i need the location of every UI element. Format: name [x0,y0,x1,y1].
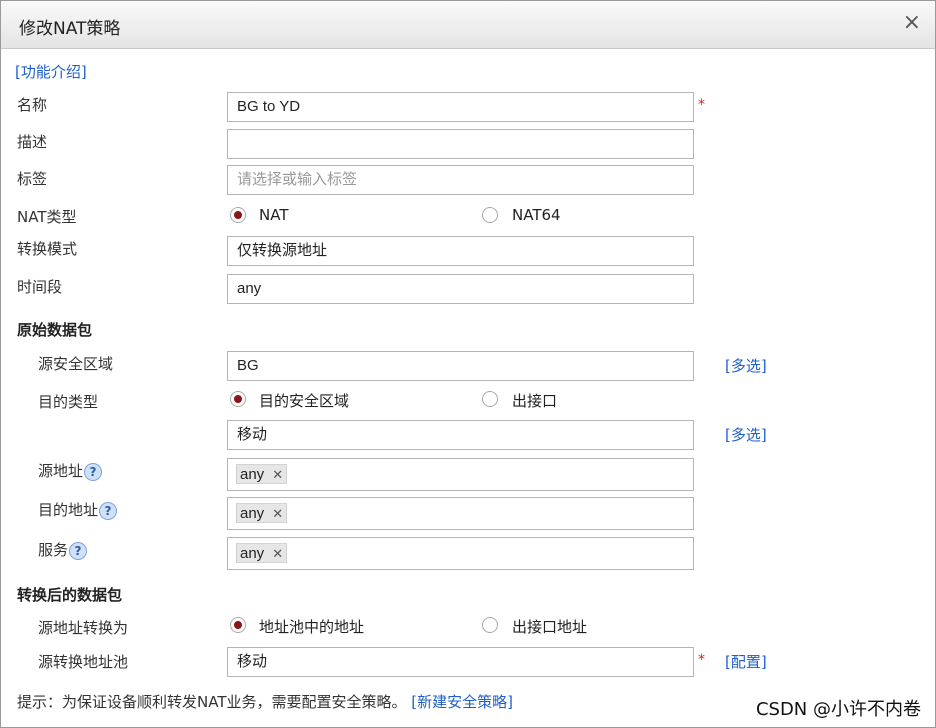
tag-input[interactable]: 请选择或输入标签 [227,165,694,195]
nat-type-nat-radio[interactable] [230,207,246,223]
destination-zone-field[interactable]: 移动 [227,420,694,450]
source-pool-label: 源转换地址池 [38,653,129,671]
service-tag-text: any [240,544,265,562]
name-label: 名称 [17,96,48,114]
translation-mode-label: 转换模式 [17,240,78,258]
destination-address-tag: any ✕ [236,503,288,523]
remove-icon[interactable]: ✕ [272,504,283,523]
configure-pool-link[interactable]: [配置] [725,651,767,672]
nat-type-nat64-radio[interactable] [482,207,498,223]
service-field[interactable]: any ✕ [227,537,694,570]
nat-type-nat-label[interactable]: NAT [259,206,288,224]
edit-nat-policy-dialog: 修改NAT策略 × [功能介绍] 名称 BG to YD * 描述 标签 请选择… [0,0,936,728]
source-address-tag: any ✕ [236,464,288,484]
source-address-label: 源地址? [38,460,103,481]
source-zone-field[interactable]: BG [227,351,694,381]
source-address-text: 源地址 [38,462,84,480]
source-pool-required-mark: * [698,652,705,668]
nat-type-label: NAT类型 [17,208,77,226]
destination-address-label: 目的地址? [38,499,118,520]
service-label: 服务? [38,539,88,560]
outbound-interface-radio[interactable] [482,391,498,407]
hint-line: 提示：为保证设备顺利转发NAT业务，需要配置安全策略。 [新建安全策略] [17,691,513,712]
help-icon[interactable]: ? [69,541,88,560]
name-field[interactable]: BG to YD [227,92,694,122]
close-icon[interactable]: × [903,11,921,35]
source-zone-multi-select-link[interactable]: [多选] [725,355,767,376]
outbound-interface-address-radio-label[interactable]: 出接口地址 [512,616,587,637]
tag-label: 标签 [17,170,48,188]
destination-zone-radio[interactable] [230,391,246,407]
service-tag: any ✕ [236,543,288,563]
source-address-tag-text: any [240,465,265,483]
name-required-mark: * [698,97,705,113]
dialog-title: 修改NAT策略 [19,19,121,39]
remove-icon[interactable]: ✕ [272,465,283,484]
dialog-titlebar: 修改NAT策略 × [1,1,935,49]
source-address-field[interactable]: any ✕ [227,458,694,491]
translation-mode-select[interactable]: 仅转换源地址 [227,236,694,266]
outbound-interface-address-radio[interactable] [482,617,498,633]
source-translate-label: 源地址转换为 [38,619,129,637]
description-field[interactable] [227,129,694,159]
address-pool-radio-label[interactable]: 地址池中的地址 [259,616,364,637]
destination-address-tag-text: any [240,504,265,522]
new-security-policy-link[interactable]: [新建安全策略] [411,693,513,711]
destination-address-field[interactable]: any ✕ [227,497,694,530]
address-pool-radio[interactable] [230,617,246,633]
outbound-interface-radio-label[interactable]: 出接口 [512,390,557,411]
destination-address-text: 目的地址 [38,501,99,519]
description-label: 描述 [17,133,48,151]
service-text: 服务 [38,541,69,559]
help-icon[interactable]: ? [84,462,103,481]
feature-intro-link[interactable]: [功能介绍] [15,61,87,82]
help-icon[interactable]: ? [99,501,118,520]
time-range-select[interactable]: any [227,274,694,304]
destination-zone-multi-select-link[interactable]: [多选] [725,424,767,445]
source-pool-select[interactable]: 移动 [227,647,694,677]
destination-zone-radio-label[interactable]: 目的安全区域 [259,390,349,411]
remove-icon[interactable]: ✕ [272,544,283,563]
original-packet-heading: 原始数据包 [17,321,93,339]
watermark: CSDN @小许不内卷 [755,699,921,720]
translated-packet-heading: 转换后的数据包 [17,586,123,604]
destination-type-label: 目的类型 [38,393,99,411]
source-zone-label: 源安全区域 [38,355,114,373]
time-range-label: 时间段 [17,278,63,296]
hint-text: 提示：为保证设备顺利转发NAT业务，需要配置安全策略。 [17,693,407,711]
nat-type-nat64-label[interactable]: NAT64 [512,206,561,224]
